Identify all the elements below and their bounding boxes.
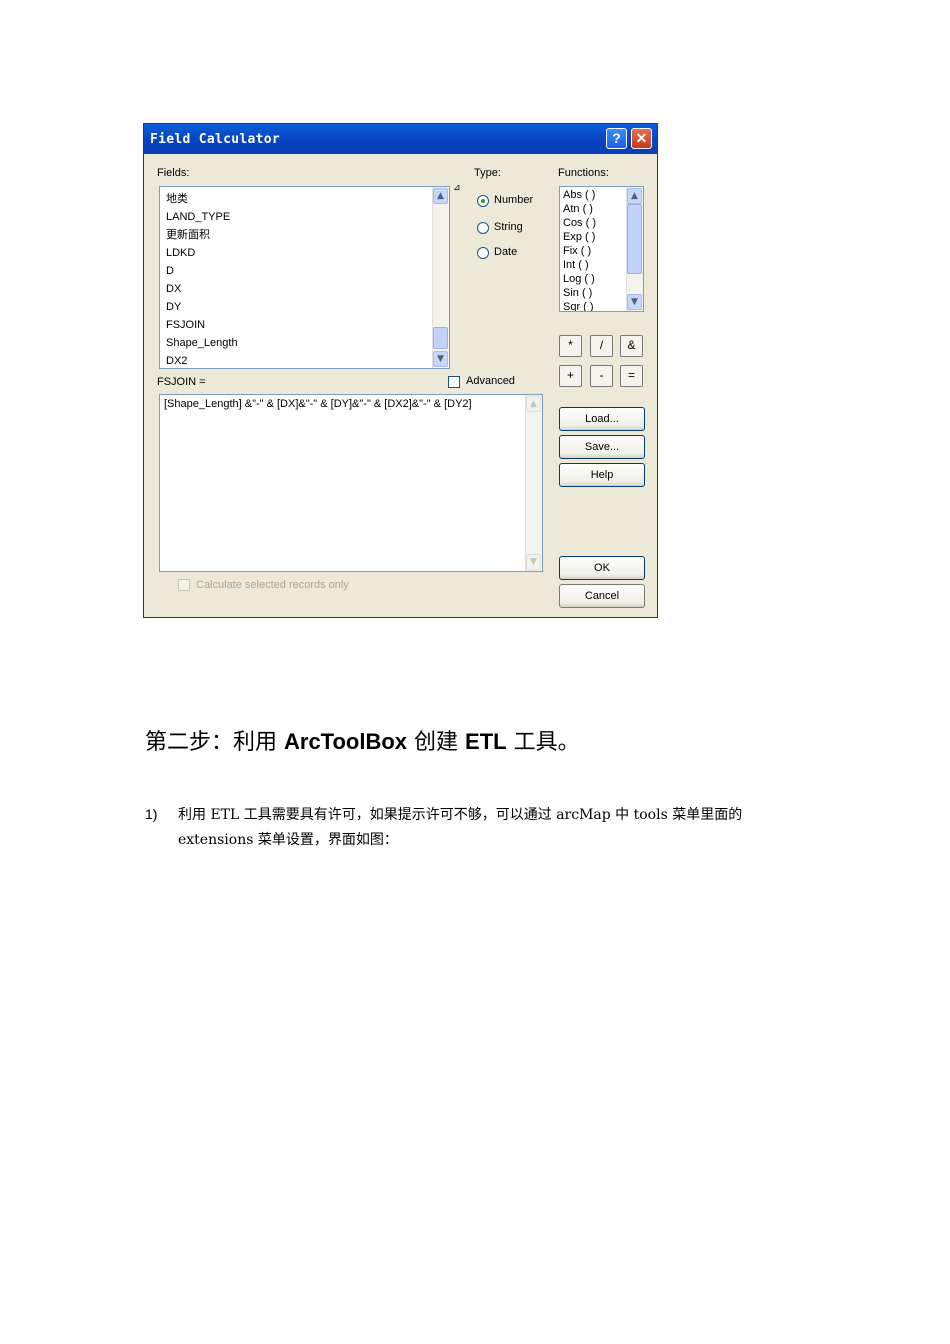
function-list-item[interactable]: Cos ( ) [563,216,596,230]
minus-button[interactable]: - [590,365,613,387]
selected-only-checkbox[interactable] [178,579,190,591]
fields-scrollbar[interactable]: ▲ ▼ [432,187,449,368]
heading-part: 工具。 [506,730,580,755]
step-heading: 第二步：利用 ArcToolBox 创建 ETL 工具。 [145,724,580,756]
type-label: Type: [474,167,501,179]
save-button[interactable]: Save... [559,435,645,459]
functions-label: Functions: [558,167,609,179]
expression-scrollbar[interactable]: ▲ ▼ [525,395,542,571]
type-string-label[interactable]: String [494,221,523,233]
scroll-up-icon[interactable]: ▲ [433,188,448,204]
help-button[interactable]: Help [559,463,645,487]
type-number-radio[interactable] [477,195,489,207]
type-string-radio[interactable] [477,222,489,234]
equals-button[interactable]: = [620,365,643,387]
field-list-item[interactable]: 更新面积 [164,228,212,243]
functions-list[interactable]: Abs ( ) Atn ( ) Cos ( ) Exp ( ) Fix ( ) Int (… [559,186,644,312]
divide-button[interactable]: / [590,335,613,357]
target-field-label: FSJOIN = [157,376,206,388]
dialog-title: Field Calculator [150,132,281,147]
function-list-item[interactable]: Log ( ) [563,272,596,286]
title-bar[interactable]: Field Calculator ? ✕ [144,124,657,154]
fields-list[interactable]: 地类 LAND_TYPE 更新面积 LDKD D DX DY FSJOIN Shape_Leng… [159,186,450,369]
field-list-item[interactable]: DY [164,300,183,315]
ampersand-button[interactable]: & [620,335,643,357]
field-list-item[interactable]: LAND_TYPE [164,210,232,225]
field-list-item[interactable]: 地类 [164,192,190,207]
heading-part: 创建 [407,730,466,755]
close-icon[interactable]: ✕ [631,128,652,149]
field-list-item[interactable]: LDKD [164,246,197,261]
expression-input[interactable]: [Shape_Length] &"-" & [DX]&"-" & [DY]&"-… [159,394,543,572]
type-date-label[interactable]: Date [494,246,517,258]
functions-items: Abs ( ) Atn ( ) Cos ( ) Exp ( ) Fix ( ) Int (… [563,188,596,311]
heading-arctoolbox: ArcToolBox [284,729,408,754]
function-list-item[interactable]: Atn ( ) [563,202,596,216]
expression-text[interactable]: [Shape_Length] &"-" & [DX]&"-" & [DY]&"-… [164,398,472,410]
help-icon[interactable]: ? [606,128,627,149]
multiply-button[interactable]: * [559,335,582,357]
list-number: 1) [145,806,158,822]
list-item-text: 利用 ETL 工具需要具有许可，如果提示许可不够，可以通过 arcMap 中 t… [178,803,818,853]
function-list-item[interactable]: Abs ( ) [563,188,596,202]
fields-label: Fields: [157,167,190,179]
type-number-label[interactable]: Number [494,194,533,206]
heading-etl: ETL [465,729,507,754]
paragraph-line-1: 利用 ETL 工具需要具有许可，如果提示许可不够，可以通过 arcMap 中 t… [178,807,743,823]
field-list-item[interactable]: Shape_Length [164,336,240,351]
functions-scrollbar[interactable]: ▲ ▼ [626,187,643,311]
heading-part: 第二步：利用 [145,730,284,755]
field-list-item[interactable]: FSJOIN [164,318,207,333]
advanced-label[interactable]: Advanced [466,375,515,387]
ok-button[interactable]: OK [559,556,645,580]
cancel-button[interactable]: Cancel [559,584,645,608]
type-date-radio[interactable] [477,247,489,259]
plus-button[interactable]: + [559,365,582,387]
field-list-item[interactable]: DX2 [164,354,189,368]
sort-icon[interactable]: ⊿ [453,182,461,193]
scroll-down-icon[interactable]: ▼ [627,294,642,310]
scroll-thumb[interactable] [627,204,642,274]
field-calculator-dialog: Field Calculator ? ✕ Fields: 地类 LAND_TYPE… [143,123,658,618]
function-list-item[interactable]: Int ( ) [563,258,596,272]
scroll-up-icon[interactable]: ▲ [627,188,642,204]
scroll-thumb[interactable] [433,327,448,349]
scroll-up-icon[interactable]: ▲ [526,396,541,412]
selected-only-label: Calculate selected records only [196,579,349,591]
advanced-checkbox[interactable] [448,376,460,388]
function-list-item[interactable]: Fix ( ) [563,244,596,258]
field-list-item[interactable]: DX [164,282,183,297]
paragraph-line-2: extensions 菜单设置，界面如图： [178,832,398,848]
function-list-item[interactable]: Exp ( ) [563,230,596,244]
function-list-item[interactable]: Sin ( ) [563,286,596,300]
load-button[interactable]: Load... [559,407,645,431]
scroll-down-icon[interactable]: ▼ [433,351,448,367]
fields-items: 地类 LAND_TYPE 更新面积 LDKD D DX DY FSJOIN Shape_Leng… [164,189,257,368]
scroll-down-icon[interactable]: ▼ [526,554,541,570]
field-list-item[interactable]: D [164,264,176,279]
function-list-item[interactable]: Sqr ( ) [563,300,596,311]
